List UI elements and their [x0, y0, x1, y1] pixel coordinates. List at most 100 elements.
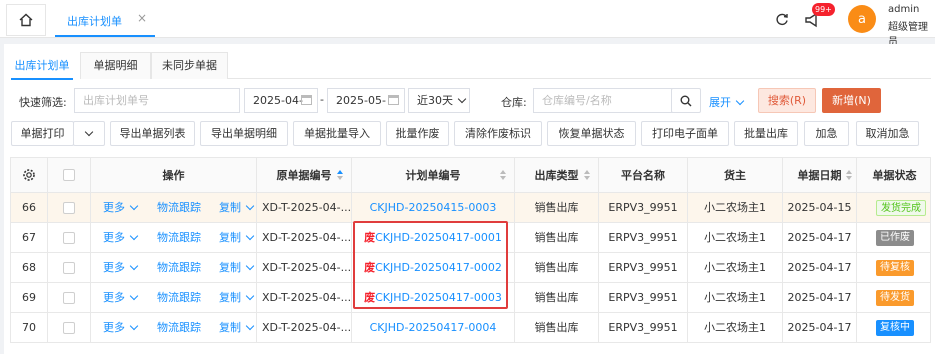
tab-label: 出库计划单 [67, 15, 122, 28]
table-row[interactable]: 70 更多 物流跟踪 复制 XD-T-2025-04-... CKJHD-20250417… [10, 313, 931, 343]
quick-filter-input[interactable]: 出库计划单号 [74, 88, 240, 113]
more-link-label: 更多 [103, 231, 125, 244]
copy-link-label: 复制 [219, 291, 241, 304]
column-plan-no-label: 计划单编号 [405, 169, 461, 182]
print-button[interactable]: 单据打印 [11, 121, 74, 146]
logistics-track-link[interactable]: 物流跟踪 [157, 223, 201, 252]
chevron-down-icon [129, 201, 139, 211]
row-checkbox[interactable] [63, 262, 75, 274]
copy-link-label: 复制 [219, 231, 241, 244]
row-checkbox[interactable] [63, 232, 75, 244]
calendar-icon [388, 95, 399, 105]
select-all-checkbox[interactable] [63, 169, 75, 181]
sort-icon[interactable] [584, 170, 590, 180]
export-details-button[interactable]: 导出单据明细 [200, 121, 288, 146]
tab-unsynced-documents[interactable]: 未同步单据 [151, 52, 228, 79]
status-cell: 已作废 [857, 223, 932, 252]
search-icon-button[interactable] [671, 88, 701, 113]
chevron-down-icon [457, 94, 467, 104]
status-cell: 待复核 [857, 253, 932, 282]
table-row[interactable]: 66 更多 物流跟踪 复制 XD-T-2025-04-... CKJHD-20250415… [10, 193, 931, 223]
document-date: 2025-04-17 [783, 223, 857, 252]
column-status: 单据状态 [872, 169, 917, 182]
copy-dropdown[interactable]: 复制 [219, 223, 255, 252]
outbound-type: 销售出库 [515, 193, 599, 222]
column-plan-no[interactable]: 计划单编号 [352, 158, 515, 193]
chevron-down-icon [129, 261, 139, 271]
more-dropdown[interactable]: 更多 [103, 253, 139, 282]
urgent-button[interactable]: 加急 [804, 121, 849, 146]
tab-outbound-plan-list[interactable]: 出库计划单 [4, 52, 80, 80]
row-checkbox[interactable] [63, 202, 75, 214]
plan-no-link[interactable]: CKJHD-20250417-0003 [375, 291, 502, 304]
copy-dropdown[interactable]: 复制 [219, 253, 255, 282]
sort-icon[interactable] [846, 170, 852, 180]
cancel-urgent-button[interactable]: 取消加急 [856, 121, 919, 146]
plan-no-link[interactable]: CKJHD-20250415-0003 [370, 201, 497, 214]
close-icon[interactable]: × [137, 11, 147, 25]
copy-dropdown[interactable]: 复制 [219, 313, 255, 342]
column-date[interactable]: 单据日期 [783, 158, 857, 193]
expand-label: 展开 [709, 96, 731, 109]
copy-dropdown[interactable]: 复制 [219, 283, 255, 312]
void-mark: 废 [364, 231, 376, 244]
logistics-track-link[interactable]: 物流跟踪 [157, 283, 201, 312]
tab-outbound-plan[interactable]: 出库计划单 × [55, 4, 155, 37]
column-outbound-type-label: 出库类型 [534, 169, 579, 182]
subtab-bar: 出库计划单 单据明细 未同步单据 [4, 52, 931, 80]
row-checkbox[interactable] [63, 322, 75, 334]
row-checkbox[interactable] [63, 292, 75, 304]
column-original-no[interactable]: 原单据编号 [257, 158, 352, 193]
table-row[interactable]: 68 更多 物流跟踪 复制 XD-T-2025-04-... 废CKJHD-2025041… [10, 253, 931, 283]
logistics-track-link[interactable]: 物流跟踪 [157, 193, 201, 222]
original-no: XD-T-2025-04-... [257, 193, 352, 222]
chevron-down-icon [129, 231, 139, 241]
copy-link-label: 复制 [219, 201, 241, 214]
sort-icon[interactable] [337, 170, 343, 180]
home-button[interactable] [6, 4, 46, 36]
refresh-icon[interactable] [775, 12, 789, 26]
table-row[interactable]: 67 更多 物流跟踪 复制 XD-T-2025-04-... 废CKJHD-2025041… [10, 223, 931, 253]
plan-no-link[interactable]: CKJHD-20250417-0004 [370, 321, 497, 334]
more-dropdown[interactable]: 更多 [103, 223, 139, 252]
export-list-button[interactable]: 导出单据列表 [110, 121, 195, 146]
batch-void-button[interactable]: 批量作废 [386, 121, 449, 146]
platform-name: ERPV3_9951 [599, 283, 688, 312]
avatar[interactable]: a [848, 5, 876, 33]
batch-import-button[interactable]: 单据批量导入 [293, 121, 381, 146]
print-dropdown-button[interactable] [73, 121, 105, 146]
clear-void-flag-button[interactable]: 清除作废标识 [454, 121, 542, 146]
search-button[interactable]: 搜索(R) [758, 88, 816, 113]
logistics-track-link[interactable]: 物流跟踪 [157, 253, 201, 282]
print-waybill-button[interactable]: 打印电子面单 [641, 121, 729, 146]
batch-outbound-button[interactable]: 批量出库 [734, 121, 798, 146]
settings-column[interactable] [11, 158, 48, 193]
date-from-input[interactable]: 2025-04- [244, 88, 318, 113]
more-dropdown[interactable]: 更多 [103, 313, 139, 342]
new-button[interactable]: 新增(N) [822, 88, 881, 113]
plan-no-link[interactable]: CKJHD-20250417-0002 [375, 261, 502, 274]
status-cell: 发货完成 [857, 193, 932, 222]
warehouse-input[interactable]: 仓库编号/名称 [533, 88, 673, 113]
original-no: XD-T-2025-04-... [257, 283, 352, 312]
restore-status-button[interactable]: 恢复单据状态 [547, 121, 636, 146]
expand-toggle[interactable]: 展开 [709, 94, 745, 110]
status-badge: 待复核 [876, 260, 914, 276]
gear-icon [23, 169, 35, 181]
table-row[interactable]: 69 更多 物流跟踪 复制 XD-T-2025-04-... 废CKJHD-2025041… [10, 283, 931, 313]
more-dropdown[interactable]: 更多 [103, 193, 139, 222]
column-outbound-type[interactable]: 出库类型 [515, 158, 599, 193]
more-dropdown[interactable]: 更多 [103, 283, 139, 312]
plan-no-link[interactable]: CKJHD-20250417-0001 [375, 231, 502, 244]
column-platform: 平台名称 [599, 158, 688, 193]
date-range-select[interactable]: 近30天 [408, 88, 470, 113]
chevron-down-icon [129, 321, 139, 331]
copy-dropdown[interactable]: 复制 [219, 193, 255, 222]
tab-document-details[interactable]: 单据明细 [80, 52, 151, 79]
sort-icon[interactable] [500, 170, 506, 180]
data-table: 操作 原单据编号 计划单编号 出库类型 平台名称 货主 单据日期 单据状态 66… [10, 157, 931, 343]
logistics-track-link[interactable]: 物流跟踪 [157, 313, 201, 342]
date-to-input[interactable]: 2025-05- [327, 88, 405, 113]
row-operations: 更多 物流跟踪 复制 [91, 193, 257, 222]
select-all-column [48, 158, 91, 193]
